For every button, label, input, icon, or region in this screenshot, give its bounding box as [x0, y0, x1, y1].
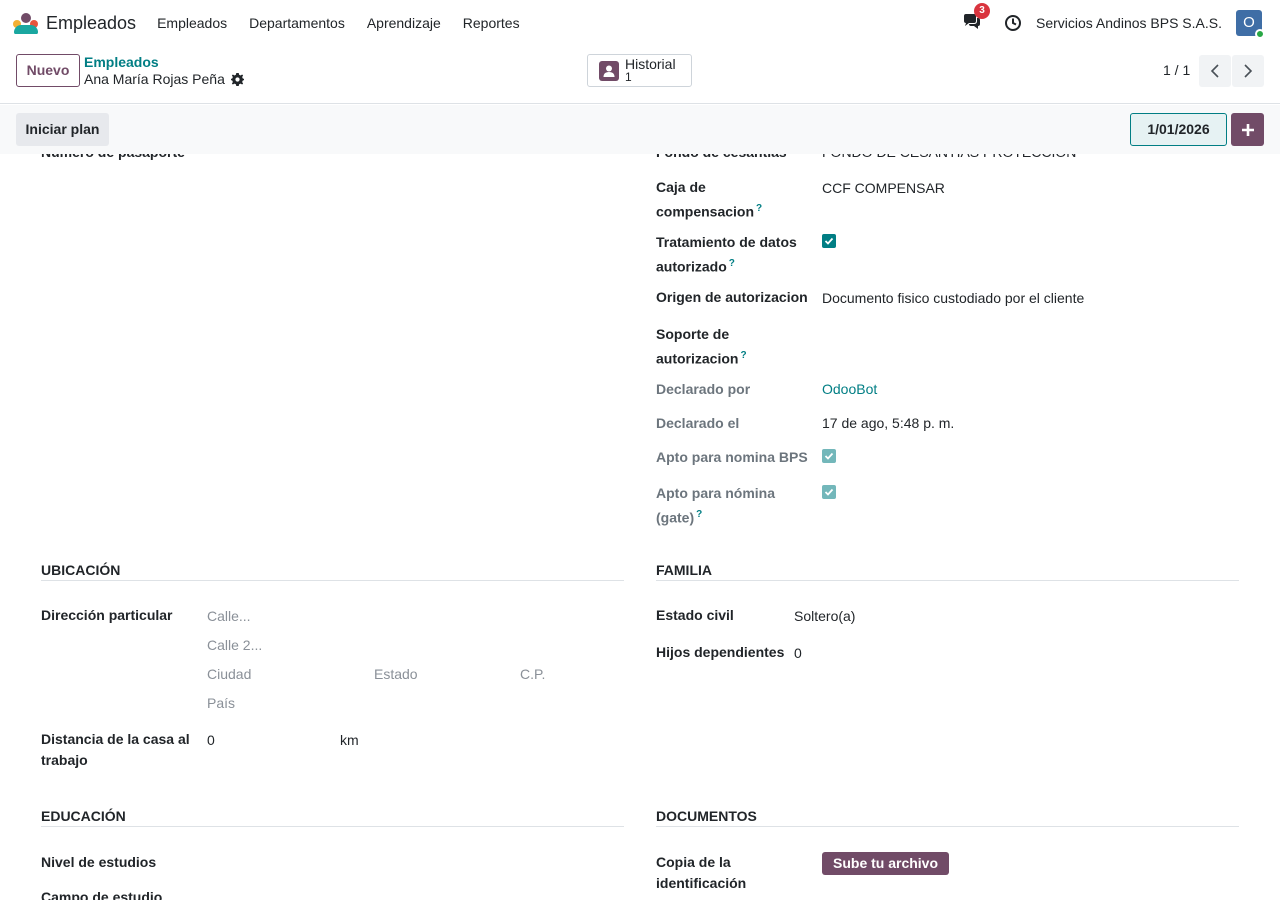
tratamiento-datos-checkbox[interactable] [822, 234, 836, 248]
chevron-left-icon [1210, 64, 1219, 78]
pager-previous-button[interactable] [1199, 55, 1231, 87]
origen-autorizacion-label: Origen de autorizacion [656, 289, 808, 305]
pager-value[interactable]: 1 / 1 [1163, 62, 1190, 78]
historial-smart-button[interactable]: Historial 1 [587, 54, 692, 87]
menu-departamentos[interactable]: Departamentos [238, 15, 356, 31]
distancia-label: Distancia de la casa al trabajo [41, 731, 190, 768]
country-select[interactable]: País [207, 695, 235, 711]
apto-nomina-bps-checkbox [822, 449, 836, 463]
hijos-dependientes-input[interactable]: 0 [794, 643, 802, 664]
avatar-initial: O [1243, 14, 1255, 31]
clock-icon [1005, 15, 1022, 31]
start-plan-button[interactable]: Iniciar plan [16, 113, 109, 146]
direccion-particular-label: Dirección particular [41, 607, 173, 623]
add-button[interactable] [1231, 113, 1264, 146]
activities-button[interactable] [1004, 14, 1022, 32]
top-navbar: Empleados Empleados Departamentos Aprend… [0, 0, 1280, 46]
caja-compensacion-label: Caja de compensacion? [656, 179, 763, 220]
estado-civil-label: Estado civil [656, 607, 734, 623]
section-familia-title: FAMILIA [656, 562, 1239, 581]
breadcrumb: Empleados Ana María Rojas Peña [84, 54, 244, 87]
gear-icon[interactable] [230, 72, 244, 86]
section-educacion-title: EDUCACIÓN [41, 808, 624, 827]
chat-badge: 3 [974, 3, 991, 19]
app-brand[interactable]: Empleados [12, 12, 146, 34]
section-ubicacion-title: UBICACIÓN [41, 562, 624, 581]
menu-aprendizaje[interactable]: Aprendizaje [356, 15, 452, 31]
pager-next-button[interactable] [1232, 55, 1264, 87]
control-panel: Nuevo Empleados Ana María Rojas Peña His… [0, 46, 1280, 104]
form-sheet: Número de pasaporte Fondo de cesantías F… [0, 154, 1280, 900]
historial-label: Historial [625, 55, 676, 72]
estado-civil-select[interactable]: Soltero(a) [794, 606, 855, 627]
section-documentos-title: DOCUMENTOS [656, 808, 1239, 827]
declarado-el-label: Declarado el [656, 415, 740, 431]
online-status-dot [1255, 29, 1265, 39]
street2-input[interactable]: Calle 2... [207, 637, 262, 653]
street-input[interactable]: Calle... [207, 608, 251, 624]
declarado-el-value: 17 de ago, 5:48 p. m. [822, 415, 955, 431]
declarado-por-label: Declarado por [656, 381, 751, 397]
caja-compensacion-value[interactable]: CCF COMPENSAR [822, 178, 945, 199]
copia-identificacion-label: Copia de la identificación [656, 854, 747, 891]
city-input[interactable]: Ciudad [207, 666, 251, 682]
help-icon[interactable]: ? [756, 203, 762, 214]
company-switcher[interactable]: Servicios Andinos BPS S.A.S. [1036, 15, 1222, 31]
declarado-por-link[interactable]: OdooBot [822, 379, 877, 400]
distancia-unit: km [340, 732, 359, 748]
menu-reportes[interactable]: Reportes [452, 15, 531, 31]
help-icon[interactable]: ? [729, 258, 735, 269]
apto-nomina-bps-label: Apto para nomina BPS [656, 449, 808, 465]
historial-count: 1 [625, 69, 632, 84]
user-avatar[interactable]: O [1236, 10, 1265, 39]
check-icon [824, 452, 834, 460]
passport-number-label: Número de pasaporte [41, 154, 185, 163]
form-statusbar: Iniciar plan 1/01/2026 [0, 105, 1280, 154]
breadcrumb-parent[interactable]: Empleados [84, 54, 244, 70]
campo-estudio-label: Campo de estudio [41, 889, 163, 900]
nivel-estudios-label: Nivel de estudios [41, 854, 157, 870]
zip-input[interactable]: C.P. [520, 666, 545, 682]
date-field[interactable]: 1/01/2026 [1130, 113, 1227, 146]
severance-fund-label: Fondo de cesantías [656, 154, 787, 163]
severance-fund-value[interactable]: FONDO DE CESANTIAS PROTECCION [822, 154, 1076, 163]
state-select[interactable]: Estado [374, 666, 418, 682]
apto-nomina-gate-checkbox [822, 485, 836, 499]
employees-app-icon [12, 12, 40, 34]
menu-empleados[interactable]: Empleados [146, 15, 238, 31]
help-icon[interactable]: ? [696, 509, 702, 520]
check-icon [824, 488, 834, 496]
tratamiento-datos-label: Tratamiento de datos autorizado? [656, 234, 797, 275]
hijos-dependientes-label: Hijos dependientes [656, 644, 785, 660]
apto-nomina-gate-label: Apto para nómina (gate)? [656, 485, 776, 526]
upload-file-button[interactable]: Sube tu archivo [822, 852, 950, 875]
chevron-right-icon [1244, 64, 1253, 78]
soporte-autorizacion-label: Soporte de autorizacion? [656, 326, 747, 367]
messaging-button[interactable]: 3 [962, 3, 991, 33]
new-button[interactable]: Nuevo [16, 54, 80, 87]
check-icon [824, 237, 834, 245]
app-name: Empleados [46, 12, 137, 33]
help-icon[interactable]: ? [740, 350, 746, 361]
origen-autorizacion-value[interactable]: Documento fisico custodiado por el clien… [822, 288, 1084, 309]
breadcrumb-current: Ana María Rojas Peña [84, 71, 225, 87]
plus-icon [1241, 123, 1254, 136]
contact-card-icon [599, 60, 619, 81]
distancia-input[interactable]: 0 [207, 730, 215, 751]
